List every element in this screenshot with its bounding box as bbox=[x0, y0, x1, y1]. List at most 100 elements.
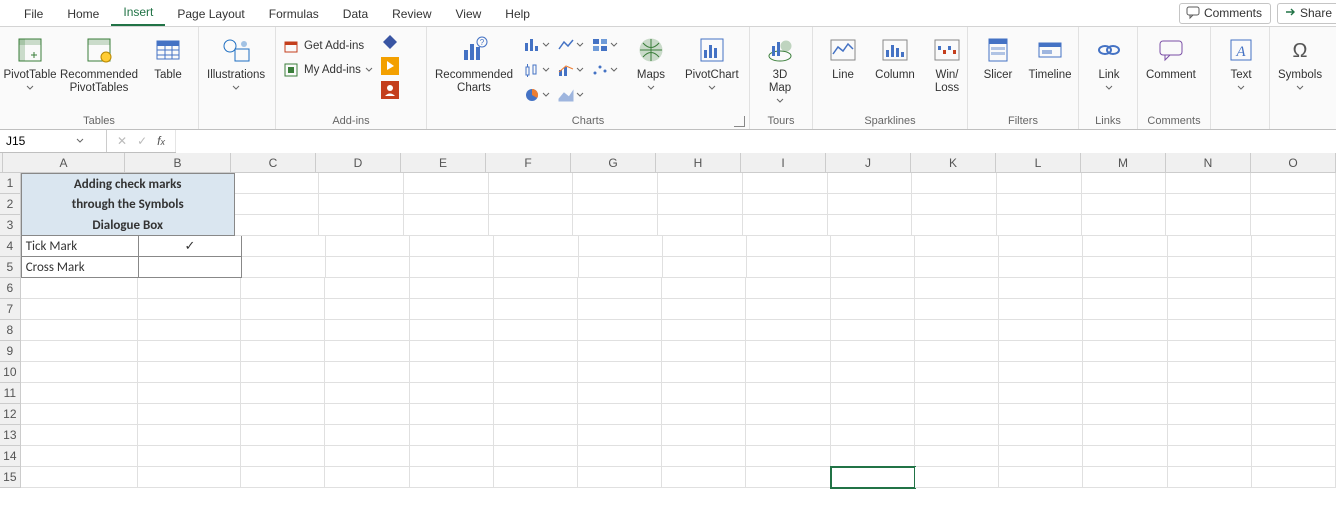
recommended-pivottables-button[interactable]: Recommended PivotTables bbox=[58, 31, 140, 95]
cell-F5[interactable] bbox=[494, 257, 578, 278]
cell-K2[interactable] bbox=[912, 194, 997, 215]
cell-J10[interactable] bbox=[831, 362, 915, 383]
row-header-14[interactable]: 14 bbox=[0, 446, 21, 467]
cell-N2[interactable] bbox=[1166, 194, 1251, 215]
scatter-chart-button[interactable] bbox=[591, 58, 619, 82]
cell-F4[interactable] bbox=[494, 236, 578, 257]
cell-C15[interactable] bbox=[241, 467, 325, 488]
cell-H12[interactable] bbox=[662, 404, 746, 425]
comment-button[interactable]: Comment bbox=[1144, 31, 1198, 82]
cell-E3[interactable] bbox=[404, 215, 489, 236]
cell-A8[interactable] bbox=[21, 320, 138, 341]
cell-L1[interactable] bbox=[997, 173, 1082, 194]
cell-K14[interactable] bbox=[915, 446, 999, 467]
cell-O11[interactable] bbox=[1252, 383, 1336, 404]
cell-D12[interactable] bbox=[325, 404, 409, 425]
tab-review[interactable]: Review bbox=[380, 3, 443, 26]
cell-D2[interactable] bbox=[319, 194, 404, 215]
cell-A11[interactable] bbox=[21, 383, 138, 404]
cell-K5[interactable] bbox=[915, 257, 999, 278]
cell-I2[interactable] bbox=[743, 194, 828, 215]
cell-O2[interactable] bbox=[1251, 194, 1336, 215]
row-header-1[interactable]: 1 bbox=[0, 173, 21, 194]
col-header-N[interactable]: N bbox=[1166, 153, 1251, 173]
pivotchart-button[interactable]: PivotChart bbox=[683, 31, 741, 92]
tab-help[interactable]: Help bbox=[493, 3, 542, 26]
cell-B6[interactable] bbox=[138, 278, 241, 299]
cell-I1[interactable] bbox=[743, 173, 828, 194]
cell-N3[interactable] bbox=[1166, 215, 1251, 236]
cell-A9[interactable] bbox=[21, 341, 138, 362]
cell-N8[interactable] bbox=[1168, 320, 1252, 341]
link-button[interactable]: Link bbox=[1085, 31, 1133, 92]
cell-D13[interactable] bbox=[325, 425, 409, 446]
cell-A3[interactable]: Dialogue Box bbox=[21, 215, 235, 236]
cell-D10[interactable] bbox=[325, 362, 409, 383]
cell-B7[interactable] bbox=[138, 299, 241, 320]
cell-D3[interactable] bbox=[319, 215, 404, 236]
select-all-button[interactable] bbox=[0, 153, 3, 173]
cell-H5[interactable] bbox=[663, 257, 747, 278]
cell-F15[interactable] bbox=[494, 467, 578, 488]
fx-icon[interactable]: fx bbox=[157, 134, 165, 148]
cell-E8[interactable] bbox=[410, 320, 494, 341]
cell-I15[interactable] bbox=[746, 467, 830, 488]
cell-F12[interactable] bbox=[494, 404, 578, 425]
comments-button[interactable]: Comments bbox=[1179, 3, 1271, 24]
cell-H10[interactable] bbox=[662, 362, 746, 383]
get-addins-button[interactable]: Get Add-ins bbox=[282, 37, 373, 55]
cell-D9[interactable] bbox=[325, 341, 409, 362]
cell-C6[interactable] bbox=[241, 278, 325, 299]
tab-home[interactable]: Home bbox=[55, 3, 111, 26]
cell-A1[interactable]: Adding check marks bbox=[21, 173, 235, 194]
cell-C11[interactable] bbox=[241, 383, 325, 404]
cell-G7[interactable] bbox=[578, 299, 662, 320]
cell-G3[interactable] bbox=[573, 215, 658, 236]
cell-G6[interactable] bbox=[578, 278, 662, 299]
cell-O12[interactable] bbox=[1252, 404, 1336, 425]
cell-B11[interactable] bbox=[138, 383, 241, 404]
cell-C9[interactable] bbox=[241, 341, 325, 362]
cell-G15[interactable] bbox=[578, 467, 662, 488]
cell-G12[interactable] bbox=[578, 404, 662, 425]
cell-C2[interactable] bbox=[235, 194, 320, 215]
cell-K13[interactable] bbox=[915, 425, 999, 446]
cell-K12[interactable] bbox=[915, 404, 999, 425]
cell-F10[interactable] bbox=[494, 362, 578, 383]
cell-E9[interactable] bbox=[410, 341, 494, 362]
cell-N5[interactable] bbox=[1168, 257, 1252, 278]
row-header-8[interactable]: 8 bbox=[0, 320, 21, 341]
hierarchy-chart-button[interactable] bbox=[591, 33, 619, 57]
cell-F2[interactable] bbox=[489, 194, 574, 215]
row-header-3[interactable]: 3 bbox=[0, 215, 21, 236]
col-header-O[interactable]: O bbox=[1251, 153, 1336, 173]
cell-G9[interactable] bbox=[578, 341, 662, 362]
cell-M14[interactable] bbox=[1083, 446, 1167, 467]
sparkline-line-button[interactable]: Line bbox=[819, 31, 867, 82]
cell-I4[interactable] bbox=[747, 236, 831, 257]
cell-A6[interactable] bbox=[21, 278, 138, 299]
tab-view[interactable]: View bbox=[444, 3, 494, 26]
bing-icon[interactable] bbox=[381, 57, 399, 78]
cell-C1[interactable] bbox=[235, 173, 320, 194]
cell-C8[interactable] bbox=[241, 320, 325, 341]
cell-F9[interactable] bbox=[494, 341, 578, 362]
cell-L4[interactable] bbox=[999, 236, 1083, 257]
visio-icon[interactable] bbox=[381, 33, 399, 54]
cell-B8[interactable] bbox=[138, 320, 241, 341]
cell-F13[interactable] bbox=[494, 425, 578, 446]
cell-H1[interactable] bbox=[658, 173, 743, 194]
cell-I5[interactable] bbox=[747, 257, 831, 278]
cell-E6[interactable] bbox=[410, 278, 494, 299]
cell-G4[interactable] bbox=[579, 236, 663, 257]
tab-pagelayout[interactable]: Page Layout bbox=[165, 3, 256, 26]
row-header-11[interactable]: 11 bbox=[0, 383, 21, 404]
cell-D14[interactable] bbox=[325, 446, 409, 467]
sparkline-winloss-button[interactable]: Win/ Loss bbox=[923, 31, 971, 95]
cell-D11[interactable] bbox=[325, 383, 409, 404]
3d-map-button[interactable]: 3D Map bbox=[756, 31, 804, 105]
cell-K4[interactable] bbox=[915, 236, 999, 257]
cell-M5[interactable] bbox=[1083, 257, 1167, 278]
cell-M13[interactable] bbox=[1083, 425, 1167, 446]
cell-M2[interactable] bbox=[1082, 194, 1167, 215]
